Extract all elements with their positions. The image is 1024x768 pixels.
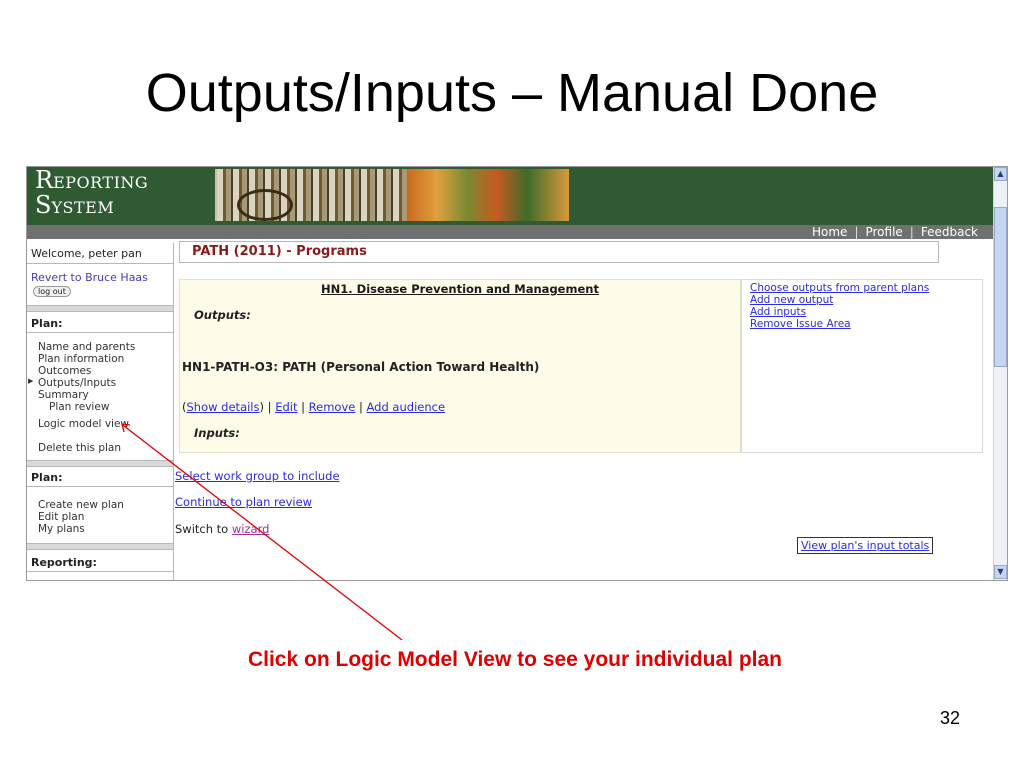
current-item-arrow-icon: ▶ [28,377,34,385]
page-title: PATH (2011) - Programs [192,244,367,259]
page-number: 32 [939,708,961,728]
sidebar-item-my-plans[interactable]: My plans [38,523,85,535]
continue-review-link[interactable]: Continue to plan review [175,495,312,509]
nav-home[interactable]: Home [805,225,854,239]
scroll-thumb[interactable] [994,207,1007,367]
sidebar-item-create-plan[interactable]: Create new plan [38,499,124,511]
sidebar-item-edit-plan[interactable]: Edit plan [38,511,84,523]
sidebar-item-plan-review[interactable]: Plan review [49,401,109,413]
edit-link[interactable]: Edit [275,400,297,414]
top-nav: Home | Profile | Feedback [27,225,993,239]
scroll-down-button[interactable]: ▼ [994,565,1007,579]
sidebar-item-logic-model-view[interactable]: Logic model view [38,418,129,430]
sidebar-item-summary[interactable]: Summary [38,389,89,401]
select-work-group-link[interactable]: Select work group to include [175,469,340,483]
action-sep: | [355,400,367,414]
remove-link[interactable]: Remove [309,400,356,414]
sidebar-item-outcomes[interactable]: Outcomes [38,365,91,377]
logo-rest-2: YSTEM [51,198,115,217]
reporting-heading: Reporting: [31,556,97,569]
app-logo: REPORTING SYSTEM [35,166,149,219]
banner-photo [215,169,569,221]
switch-prefix: Switch to [175,522,232,536]
show-details-link[interactable]: Show details [187,400,260,414]
vertical-scrollbar[interactable]: ▲ ▼ [993,167,1007,580]
nav-profile[interactable]: Profile [858,225,909,239]
output-actions: (Show details) | Edit | Remove | Add aud… [182,400,445,414]
slide-caption: Click on Logic Model View to see your in… [247,648,783,671]
action-sep: | [297,400,309,414]
welcome-text: Welcome, peter pan [31,247,142,260]
sidebar-item-delete-plan[interactable]: Delete this plan [38,442,121,454]
add-output-link[interactable]: Add new output [750,294,929,306]
bicycle-image [237,189,293,221]
sidebar-item-name-and-parents[interactable]: Name and parents [38,341,135,353]
sidebar-item-outputs-inputs[interactable]: Outputs/Inputs [38,377,116,389]
logo-cap-1: R [35,166,54,194]
sidebar: Welcome, peter pan Revert to Bruce Haas … [27,243,174,580]
issue-area-panel: HN1. Disease Prevention and Management O… [179,279,741,453]
choose-outputs-link[interactable]: Choose outputs from parent plans [750,282,929,294]
add-audience-link[interactable]: Add audience [367,400,446,414]
output-options-panel: Choose outputs from parent plans Add new… [741,279,983,453]
outputs-label: Outputs: [194,308,251,322]
output-code: HN1-PATH-O3: PATH (Personal Action Towar… [182,360,540,374]
plan-heading: Plan: [31,317,63,330]
nav-feedback[interactable]: Feedback [914,225,985,239]
action-sep: | [264,400,276,414]
app-banner: REPORTING SYSTEM [27,167,993,225]
switch-mode: Switch to wizard [175,522,269,536]
add-inputs-link[interactable]: Add inputs [750,306,929,318]
logout-button[interactable]: log out [33,286,71,297]
logo-rest-1: EPORTING [53,173,149,192]
plan-heading-2: Plan: [31,471,63,484]
sidebar-item-plan-information[interactable]: Plan information [38,353,124,365]
issue-title: HN1. Disease Prevention and Management [321,282,599,296]
page-title-box: PATH (2011) - Programs [179,241,939,263]
slide-title: Outputs/Inputs – Manual Done [145,63,879,123]
app-screenshot: REPORTING SYSTEM Home | Profile | Feedback ▲… [26,166,1008,581]
logo-cap-2: S [35,191,52,219]
wizard-link[interactable]: wizard [232,522,270,536]
input-totals-button[interactable]: View plan's input totals [797,537,934,554]
revert-link[interactable]: Revert to Bruce Haas [31,271,148,284]
inputs-label: Inputs: [194,426,240,440]
remove-issue-link[interactable]: Remove Issue Area [750,318,929,330]
scroll-up-button[interactable]: ▲ [994,167,1007,181]
